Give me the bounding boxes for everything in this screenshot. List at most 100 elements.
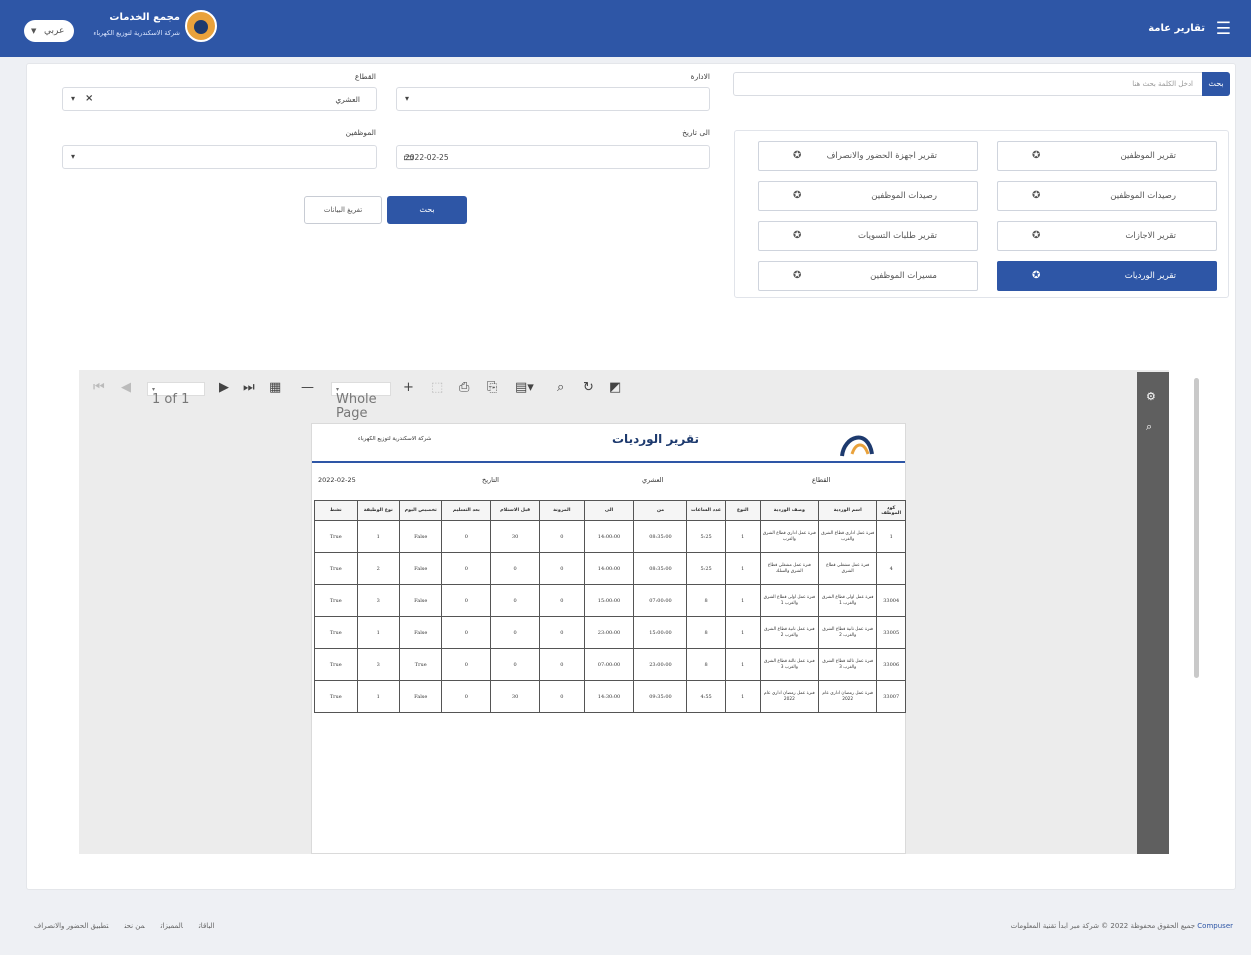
fit-page-icon[interactable]: ⬚ — [431, 380, 443, 395]
table-cell: 1 — [356, 616, 400, 649]
print-icon[interactable]: ⎙ — [459, 380, 469, 395]
table-cell: 30 — [490, 680, 541, 713]
report-employees[interactable]: ✪ تقرير الموظفين — [997, 141, 1217, 171]
table-cell: 1 — [356, 680, 400, 713]
next-page-icon[interactable]: ▶ — [219, 380, 229, 395]
chevron-down-icon: ▾ — [71, 152, 76, 161]
table-cell: 33006 — [876, 648, 906, 681]
brand-subtitle: شركة الاسكندرية لتوزيع الكهرباء — [93, 29, 180, 37]
table-cell: 0 — [539, 584, 585, 617]
table-cell: 0 — [539, 552, 585, 585]
table-cell: 1 — [724, 648, 761, 681]
report-devices[interactable]: ✪ تقرير اجهزة الحضور والانصراف — [758, 141, 978, 171]
table-cell: False — [398, 616, 443, 649]
table-cell: فترة عمل مشغلي قطاع الشرق — [818, 552, 878, 585]
table-cell: 14:00:00 — [583, 552, 635, 585]
hamburger-icon[interactable]: ☰ — [1216, 21, 1231, 38]
search-box: بحث ادخل الكلمة بحث هنا — [733, 72, 1230, 96]
table-cell: 0 — [490, 616, 541, 649]
refresh-icon[interactable]: ↻ — [583, 380, 594, 395]
page-number-input[interactable]: 1 of 1 ▾ — [147, 382, 205, 407]
search-icon[interactable]: ⌕ — [1146, 420, 1152, 434]
table-cell: 0 — [441, 648, 492, 681]
report-vacations[interactable]: ✪ تقرير الاجازات — [997, 221, 1217, 251]
table-row: 33007 فترة عمل رمضان اداري عام 2022 فترة ع… — [314, 680, 906, 713]
report-balances-2[interactable]: ✪ رصيدات الموظفين — [758, 181, 978, 211]
table-cell: فترة عمل ثالثة قطاع الشرق والغرب 3 — [818, 648, 878, 681]
reports-panel: ✪ تقرير الموظفين ✪ تقرير اجهزة الحضور والا… — [734, 130, 1229, 298]
column-header: النوع — [724, 500, 761, 521]
table-cell: 0 — [539, 680, 585, 713]
multipage-icon[interactable]: ▦ — [269, 380, 281, 395]
to-date-label: الى تاريخ — [682, 128, 710, 137]
zoom-select[interactable]: Whole Page ▾ — [331, 382, 391, 421]
table-cell: False — [398, 680, 443, 713]
table-cell: 8 — [686, 616, 726, 649]
department-select[interactable]: ▾ — [396, 87, 710, 111]
table-cell: فترة عمل ثانية قطاع الشرق والغرب 2 — [818, 616, 878, 649]
caret-down-icon: ▼ — [31, 27, 37, 35]
settings-icon[interactable]: ⚙ — [1146, 390, 1156, 403]
table-cell: 0 — [490, 648, 541, 681]
search-button[interactable]: بحث — [1202, 72, 1230, 96]
table-cell: 0 — [539, 616, 585, 649]
sector-select[interactable]: ▾ × العشري — [62, 87, 377, 111]
footer-link[interactable]: المميزات — [161, 922, 183, 930]
table-row: 33006 فترة عمل ثالثة قطاع الشرق والغرب 3ف… — [314, 648, 906, 681]
export-button[interactable]: تفريغ البيانات — [304, 196, 382, 224]
to-date-input[interactable]: ▭ 2022-02-25 — [396, 145, 710, 169]
report-icon: ✪ — [793, 150, 802, 161]
zoom-out-icon[interactable]: — — [301, 380, 314, 395]
report-icon: ✪ — [793, 230, 802, 241]
report-shifts[interactable]: ✪ تقرير الورديات — [997, 261, 1217, 291]
report-icon: ✪ — [793, 270, 802, 281]
report-settlement-requests[interactable]: ✪ تقرير طلبات التسويات — [758, 221, 978, 251]
prev-page-icon[interactable]: ◀ — [121, 380, 131, 395]
show-button[interactable]: بحث — [387, 196, 467, 224]
viewer-toolbar: ⏮ ◀ 1 of 1 ▾ ▶ ⏭ ▦ — Whole Page ▾ + ⬚ ⎙ … — [79, 370, 1137, 421]
table-cell: 4 — [876, 552, 906, 585]
search-icon[interactable]: ⌕ — [557, 380, 564, 395]
footer-link[interactable]: الباقات — [199, 922, 215, 930]
footer-copyright: جميع الحقوق محفوظة 2022 © شركة مبر ابدأ … — [1011, 922, 1233, 930]
report-balances[interactable]: ✪ رصيدات الموظفين — [997, 181, 1217, 211]
date-meta-value: 2022-02-25 — [318, 476, 356, 484]
report-title: تقرير الورديات — [612, 432, 700, 446]
table-cell: 1 — [724, 552, 761, 585]
table-cell: فترة عمل اولى قطاع الشرق والغرب 1 — [818, 584, 878, 617]
export-icon[interactable]: ▤▾ — [515, 380, 534, 395]
viewer-scrollbar[interactable] — [1193, 370, 1201, 854]
chevron-down-icon: ▾ — [71, 94, 76, 103]
footer-link[interactable]: تطبيق الحضور والانصراف — [34, 922, 108, 930]
print-page-icon[interactable]: ⎘ — [487, 380, 497, 395]
table-cell: False — [398, 552, 443, 585]
zoom-in-icon[interactable]: + — [403, 380, 414, 395]
to-date-value: 2022-02-25 — [405, 153, 449, 162]
employees-select[interactable]: ▾ — [62, 145, 377, 169]
fullscreen-icon[interactable]: ◩ — [609, 380, 621, 395]
scrollbar-thumb[interactable] — [1194, 378, 1199, 678]
table-cell: 15:00:00 — [633, 616, 688, 649]
table-cell: 2 — [356, 552, 400, 585]
table-cell: 30 — [490, 520, 541, 553]
table-cell: False — [398, 584, 443, 617]
brand: مجمع الخدمات شركة الاسكندرية لتوزيع الكه… — [70, 8, 220, 46]
first-page-icon[interactable]: ⏮ — [93, 380, 105, 395]
language-select[interactable]: ▼ عربي — [24, 20, 74, 42]
report-icon: ✪ — [1032, 150, 1041, 161]
company-name: شركة الاسكندرية لتوزيع الكهرباء — [358, 436, 432, 442]
copyright-brand[interactable]: Compuser — [1197, 922, 1233, 930]
report-employee-payroll[interactable]: ✪ مسيرات الموظفين — [758, 261, 978, 291]
last-page-icon[interactable]: ⏭ — [243, 380, 255, 395]
table-cell: 09:35:00 — [633, 680, 688, 713]
menu-label: تقارير عامة — [1148, 23, 1205, 34]
report-page: تقرير الورديات شركة الاسكندرية لتوزيع ال… — [311, 423, 906, 854]
clear-icon[interactable]: × — [85, 93, 93, 104]
table-row: 1 فترة عمل اداري قطاع الشرق والغرب فترة عم… — [314, 520, 906, 553]
table-cell: 23:00:00 — [633, 648, 688, 681]
footer-link[interactable]: من نحن — [124, 922, 144, 930]
title-rule — [312, 461, 905, 463]
table-cell: 23:00:00 — [583, 616, 635, 649]
search-input[interactable]: ادخل الكلمة بحث هنا — [1132, 80, 1193, 88]
report-icon: ✪ — [1032, 230, 1041, 241]
